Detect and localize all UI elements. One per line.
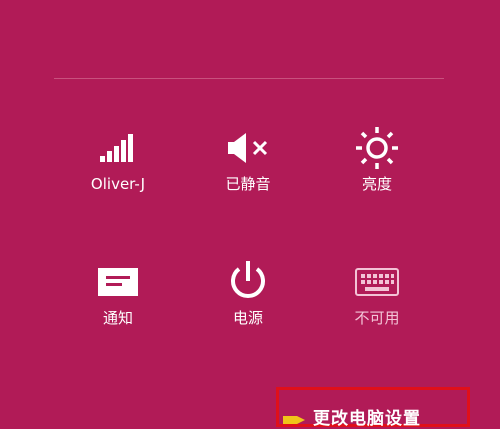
volume-label: 已静音 — [225, 175, 271, 193]
sun-icon — [322, 124, 432, 172]
top-divider — [54, 78, 444, 79]
notifications-label: 通知 — [102, 309, 133, 327]
power-icon — [193, 258, 303, 306]
notifications-tile[interactable]: 通知 — [63, 258, 173, 348]
power-label: 电源 — [232, 309, 263, 327]
gear-icon — [283, 416, 305, 424]
keyboard-label: 不可用 — [354, 309, 400, 327]
speaker-muted-icon — [193, 124, 303, 172]
power-tile[interactable]: 电源 — [193, 258, 303, 348]
keyboard-icon — [322, 258, 432, 306]
volume-tile[interactable]: 已静音 — [193, 124, 303, 214]
signal-bars-icon — [63, 124, 173, 172]
notification-icon — [63, 258, 173, 306]
network-tile[interactable]: Oliver-J — [63, 124, 173, 214]
brightness-tile[interactable]: 亮度 — [322, 124, 432, 214]
network-label: Oliver-J — [90, 175, 146, 193]
brightness-label: 亮度 — [361, 175, 392, 193]
change-pc-settings-label: 更改电脑设置 — [313, 409, 421, 429]
change-pc-settings-link[interactable]: 更改电脑设置 — [276, 387, 470, 429]
keyboard-tile[interactable]: 不可用 — [322, 258, 432, 348]
